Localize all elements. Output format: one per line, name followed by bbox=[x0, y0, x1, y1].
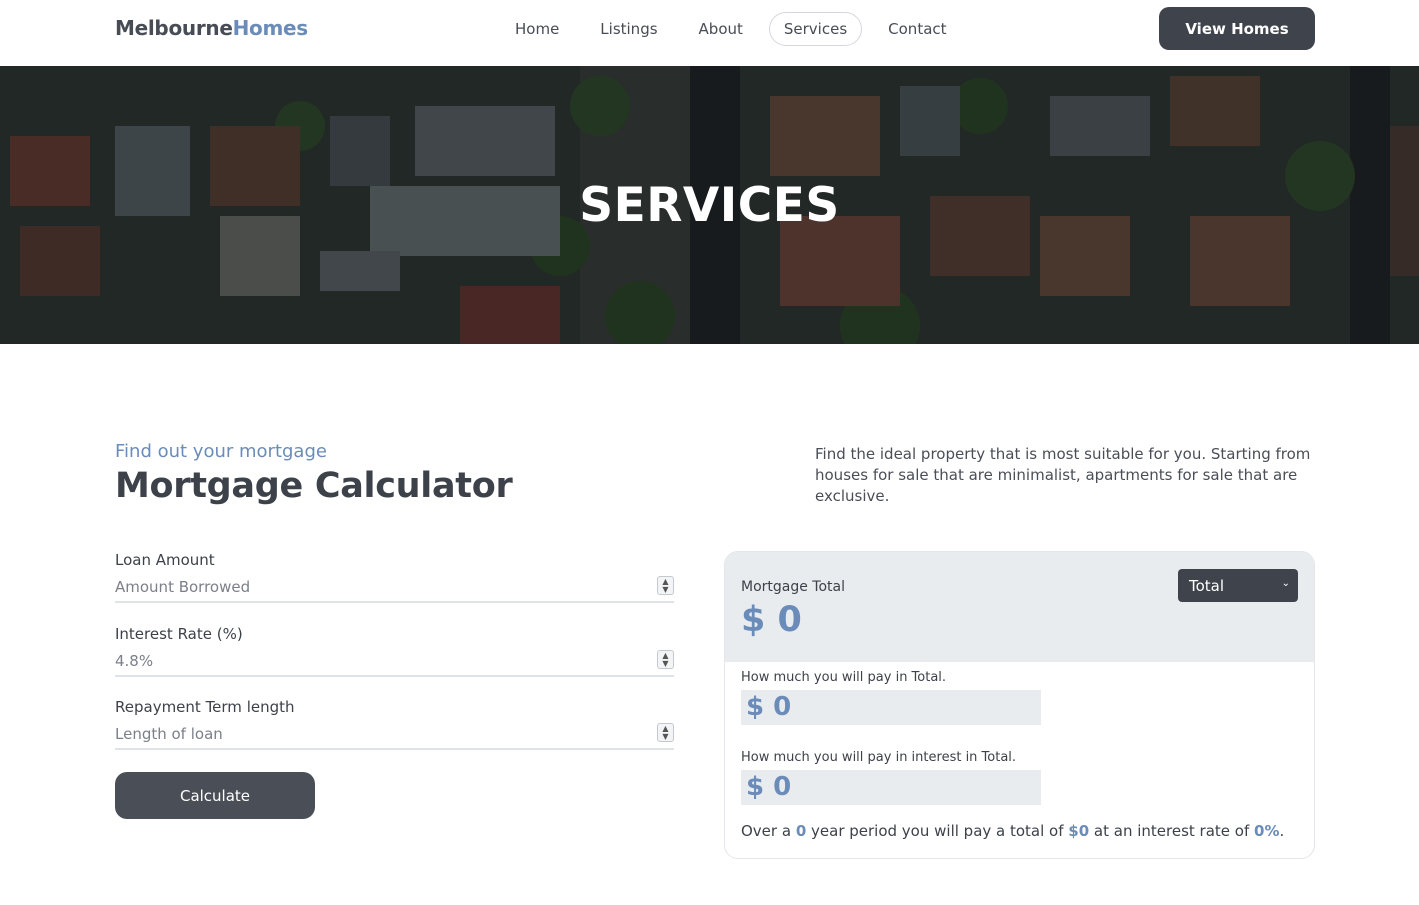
interest-rate-label: Interest Rate (%) bbox=[115, 625, 243, 643]
mortgage-total-value: $ 0 bbox=[741, 600, 802, 640]
loan-amount-wrapper: ▲▼ bbox=[115, 576, 674, 603]
summary-suffix: . bbox=[1279, 822, 1285, 840]
loan-amount-field: Loan Amount ▲▼ bbox=[115, 551, 674, 603]
brand-name-part2: Homes bbox=[232, 16, 309, 40]
summary-total: $0 bbox=[1068, 822, 1090, 840]
repayment-term-input[interactable] bbox=[115, 725, 635, 743]
pay-total-label: How much you will pay in Total. bbox=[741, 670, 947, 685]
summary-years: 0 bbox=[795, 822, 807, 840]
pay-interest-label: How much you will pay in interest in Tot… bbox=[741, 750, 1017, 765]
summary-sentence: Over a 0 year period you will pay a tota… bbox=[741, 822, 1284, 840]
nav-home[interactable]: Home bbox=[500, 12, 574, 46]
main-nav: Home Listings About Services Contact bbox=[500, 12, 973, 46]
calculate-button[interactable]: Calculate bbox=[115, 772, 315, 819]
repayment-term-field: Repayment Term length ▲▼ bbox=[115, 698, 674, 750]
summary-rate: 0% bbox=[1254, 822, 1280, 840]
pay-total-value: $ 0 bbox=[741, 690, 1041, 725]
repayment-term-label: Repayment Term length bbox=[115, 698, 295, 716]
mode-select[interactable]: Total ⌄ bbox=[1178, 569, 1298, 602]
loan-amount-spinner[interactable]: ▲ ▼ bbox=[657, 576, 674, 595]
loan-amount-label: Loan Amount bbox=[115, 551, 215, 569]
hero-banner: SERVICES bbox=[0, 66, 1419, 344]
section-title: Mortgage Calculator bbox=[115, 466, 513, 506]
brand-logo[interactable]: MelbourneHomes bbox=[115, 16, 308, 40]
section-description: Find the ideal property that is most sui… bbox=[815, 445, 1311, 505]
site-header: MelbourneHomes Home Listings About Servi… bbox=[0, 0, 1419, 66]
nav-services[interactable]: Services bbox=[768, 12, 863, 46]
chevron-down-icon: ⌄ bbox=[1281, 578, 1290, 589]
mortgage-total-panel: Mortgage Total $ 0 Total ⌄ bbox=[725, 552, 1314, 662]
nav-listings[interactable]: Listings bbox=[585, 12, 672, 46]
interest-rate-input[interactable] bbox=[115, 652, 635, 670]
interest-rate-field: Interest Rate (%) ▲▼ bbox=[115, 625, 674, 677]
brand-name-part1: Melbourne bbox=[115, 16, 233, 40]
section-eyebrow: Find out your mortgage bbox=[115, 441, 327, 462]
interest-rate-spinner[interactable]: ▲ ▼ bbox=[657, 650, 674, 669]
mortgage-total-label: Mortgage Total bbox=[741, 579, 846, 595]
mode-select-value: Total bbox=[1189, 576, 1225, 595]
hero-title: SERVICES bbox=[579, 178, 840, 233]
mortgage-result-card: Mortgage Total $ 0 Total ⌄ How much you … bbox=[724, 551, 1315, 859]
summary-prefix: Over a bbox=[741, 822, 796, 840]
summary-mid1: year period you will pay a total of bbox=[806, 822, 1069, 840]
pay-interest-value: $ 0 bbox=[741, 770, 1041, 805]
interest-rate-wrapper: ▲▼ bbox=[115, 650, 674, 677]
nav-contact[interactable]: Contact bbox=[873, 12, 961, 46]
nav-about[interactable]: About bbox=[684, 12, 758, 46]
view-homes-button[interactable]: View Homes bbox=[1159, 7, 1315, 50]
repayment-term-spinner[interactable]: ▲ ▼ bbox=[657, 723, 674, 742]
summary-mid2: at an interest rate of bbox=[1089, 822, 1255, 840]
loan-amount-input[interactable] bbox=[115, 578, 635, 596]
repayment-term-wrapper: ▲▼ bbox=[115, 723, 674, 750]
